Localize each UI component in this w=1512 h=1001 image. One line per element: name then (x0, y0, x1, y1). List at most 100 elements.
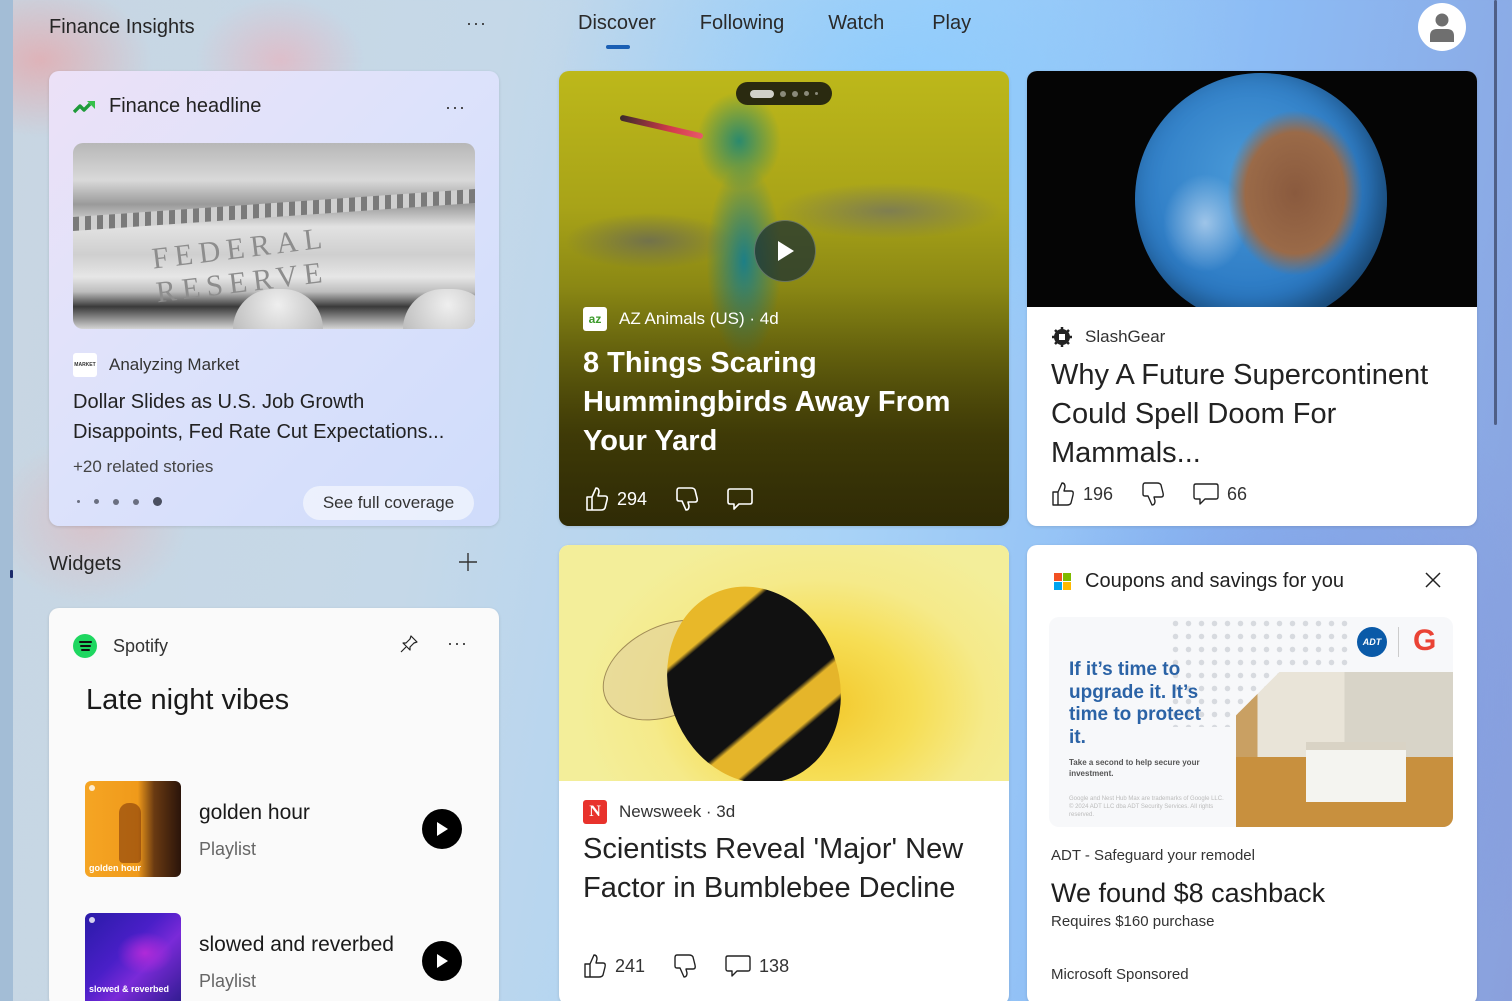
playlist-name: golden hour (199, 801, 310, 824)
playlist-item[interactable]: slowed & reverbed slowed and reverbed Pl… (85, 913, 475, 1001)
cashback-headline[interactable]: We found $8 cashback (1051, 878, 1325, 909)
carousel-dot[interactable] (792, 90, 798, 97)
tab-play[interactable]: Play (932, 12, 971, 45)
article-reactions: 196 66 (1051, 481, 1247, 507)
see-full-coverage-button[interactable]: See full coverage (303, 486, 474, 520)
earth-image (1027, 71, 1477, 307)
comment-count: 66 (1227, 483, 1248, 504)
dislike-button[interactable] (673, 953, 697, 979)
adt-logo: ADT (1357, 627, 1387, 657)
like-button[interactable]: 196 (1051, 481, 1113, 507)
az-animals-logo: az (583, 307, 607, 331)
article-source-name: Newsweek · 3d (619, 802, 736, 821)
spotify-more-button[interactable]: ··· (447, 634, 468, 652)
playlist-artwork: slowed & reverbed (85, 913, 181, 1001)
play-playlist-button[interactable] (422, 941, 462, 981)
vertical-scrollbar[interactable] (1494, 0, 1497, 425)
finance-source: MARKET Analyzing Market (73, 353, 239, 377)
feed-tabs: Discover Following Watch Play (578, 12, 971, 49)
article-title[interactable]: Why A Future Supercontinent Could Spell … (1051, 356, 1451, 473)
dislike-button[interactable] (1141, 481, 1165, 507)
globe (1135, 73, 1387, 307)
edge-marker (10, 570, 13, 578)
add-widget-button[interactable] (458, 552, 478, 577)
video-play-button[interactable] (754, 220, 816, 282)
like-button[interactable]: 241 (583, 953, 645, 979)
tab-following[interactable]: Following (700, 12, 784, 45)
coupons-title: Coupons and savings for you (1085, 570, 1345, 592)
finance-card-more-button[interactable]: ··· (445, 98, 466, 116)
profile-avatar-button[interactable] (1418, 3, 1466, 51)
play-icon (437, 954, 448, 968)
carousel-dot-active[interactable] (750, 89, 774, 98)
playlist-item[interactable]: golden hour golden hour Playlist (85, 781, 475, 877)
play-playlist-button[interactable] (422, 809, 462, 849)
silhouette (119, 803, 141, 863)
close-coupons-button[interactable] (1423, 570, 1443, 595)
playlist-type: Playlist (199, 839, 257, 859)
artwork-label: golden hour (89, 863, 141, 873)
ad-subcopy: Take a second to help secure your invest… (1069, 758, 1200, 778)
carousel-dot[interactable] (804, 91, 809, 96)
tab-discover[interactable]: Discover (578, 12, 656, 49)
finance-insights-more-button[interactable]: ··· (466, 14, 487, 32)
finance-headline[interactable]: Dollar Slides as U.S. Job Growth Disappo… (73, 387, 473, 447)
news-card-bumblebee[interactable]: N Newsweek · 3d Scientists Reveal 'Major… (559, 545, 1009, 1001)
widgets-title: Widgets (49, 553, 122, 575)
article-source-name: SlashGear (1085, 327, 1166, 346)
news-card-supercontinent[interactable]: SlashGear Why A Future Supercontinent Co… (1027, 71, 1477, 526)
comment-button[interactable]: 138 (725, 954, 789, 978)
column-capital (403, 289, 475, 329)
finance-insights-title: Finance Insights (49, 16, 195, 38)
article-reactions: 294 (585, 486, 753, 512)
comment-icon (725, 955, 751, 977)
carousel-dot[interactable] (780, 90, 786, 97)
like-count: 196 (1083, 483, 1114, 504)
pin-icon (400, 635, 418, 653)
like-button[interactable]: 294 (585, 486, 647, 512)
article-source: N Newsweek · 3d (583, 800, 735, 824)
pager-dot[interactable] (133, 498, 139, 505)
cashback-requirement: Requires $160 purchase (1051, 913, 1215, 930)
article-title[interactable]: 8 Things Scaring Hummingbirds Away From … (583, 344, 983, 461)
logo-divider (1398, 627, 1399, 657)
dislike-button[interactable] (675, 486, 699, 512)
trending-up-icon (73, 100, 95, 113)
play-icon (778, 241, 794, 261)
kitchen-island (1306, 742, 1406, 802)
pager-dot-active[interactable] (153, 497, 162, 506)
coupons-card[interactable]: Coupons and savings for you If it’s time… (1027, 545, 1477, 1001)
thumbs-up-icon (586, 487, 609, 511)
federal-reserve-image[interactable]: FEDERAL RESERVE (73, 143, 475, 329)
comment-button[interactable]: 66 (1193, 482, 1247, 506)
hummingbird-beak (619, 114, 704, 140)
pager-dot[interactable] (94, 499, 99, 504)
comment-button[interactable] (727, 487, 753, 511)
article-reactions: 241 138 (583, 953, 789, 979)
like-count: 241 (615, 955, 646, 976)
comment-icon (727, 488, 753, 510)
comment-icon (1193, 483, 1219, 505)
finance-headline-card[interactable]: Finance headline ··· FEDERAL RESERVE MAR… (49, 71, 499, 526)
plus-icon (459, 553, 477, 571)
pager-dot[interactable] (77, 500, 80, 503)
google-logo: G (1413, 624, 1437, 657)
slashgear-logo-icon (1052, 327, 1072, 347)
sponsored-label: Microsoft Sponsored (1051, 966, 1189, 983)
like-count: 294 (617, 488, 648, 509)
newsweek-logo: N (583, 800, 607, 824)
related-stories-count[interactable]: +20 related stories (73, 457, 213, 477)
tab-watch[interactable]: Watch (828, 12, 884, 45)
news-card-hummingbirds[interactable]: az AZ Animals (US) · 4d 8 Things Scaring… (559, 71, 1009, 526)
left-window-edge (0, 0, 13, 1001)
adt-ad-image[interactable]: If it’s time to upgrade it. It’s time to… (1049, 617, 1453, 827)
finance-card-title: Finance headline (109, 95, 262, 117)
thumbs-down-icon (676, 487, 699, 511)
microsoft-logo-icon (1054, 573, 1071, 590)
spotify-app-name: Spotify (113, 635, 169, 656)
pager-dot[interactable] (113, 498, 119, 505)
pin-widget-button[interactable] (399, 634, 419, 659)
article-title[interactable]: Scientists Reveal 'Major' New Factor in … (583, 830, 993, 908)
finance-pager (77, 497, 162, 506)
carousel-dot[interactable] (815, 92, 818, 95)
